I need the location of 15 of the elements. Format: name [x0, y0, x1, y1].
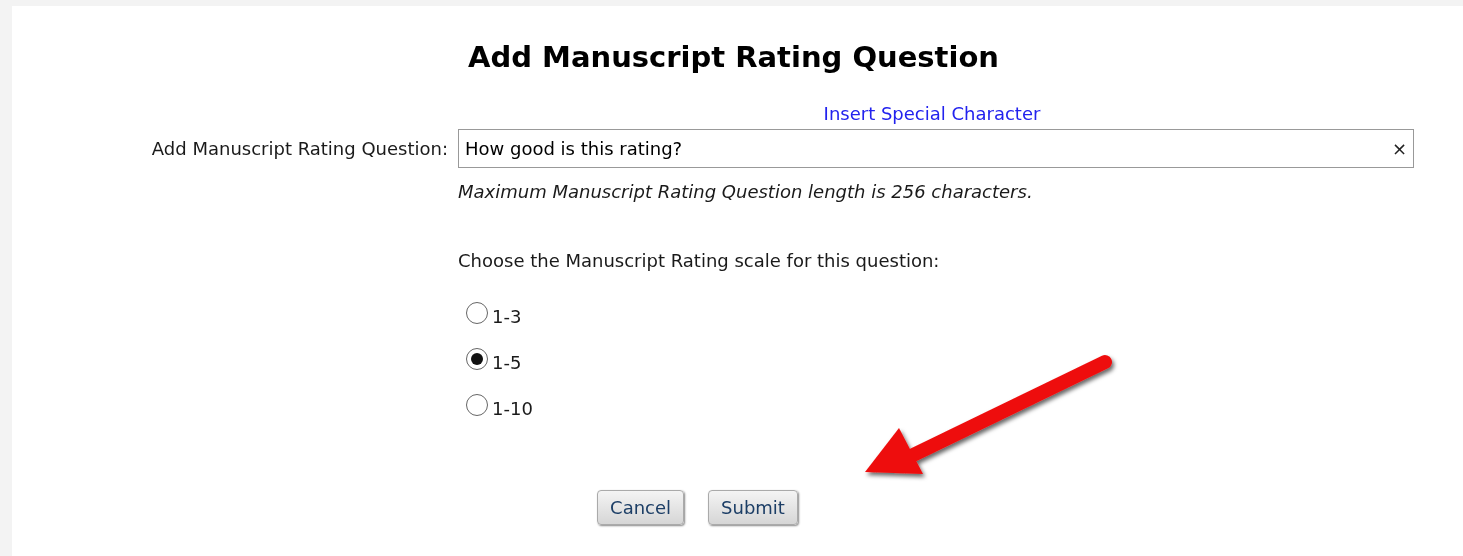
field-label: Add Manuscript Rating Question:: [151, 137, 448, 159]
hint-text: Maximum Manuscript Rating Question length is 256 characters.: [458, 179, 1034, 204]
scale-prompt: Choose the Manuscript Rating scale for this question:: [458, 248, 941, 273]
radio-button[interactable]: [466, 301, 488, 324]
question-input-field[interactable]: How good is this rating? ×: [458, 128, 1414, 168]
radio-label[interactable]: 1-10: [492, 395, 533, 422]
page-title: Add Manuscript Rating Question: [467, 39, 1000, 76]
insert-special-character-link[interactable]: Insert Special Character: [823, 102, 1041, 124]
form-button[interactable]: Submit: [708, 489, 798, 525]
form-button[interactable]: Cancel: [597, 489, 685, 525]
radio-button[interactable]: [466, 347, 488, 370]
radio-label[interactable]: 1-5: [492, 349, 522, 376]
radio-label[interactable]: 1-3: [492, 303, 522, 330]
radio-button[interactable]: [466, 393, 488, 416]
clear-button[interactable]: ×: [1391, 134, 1407, 162]
